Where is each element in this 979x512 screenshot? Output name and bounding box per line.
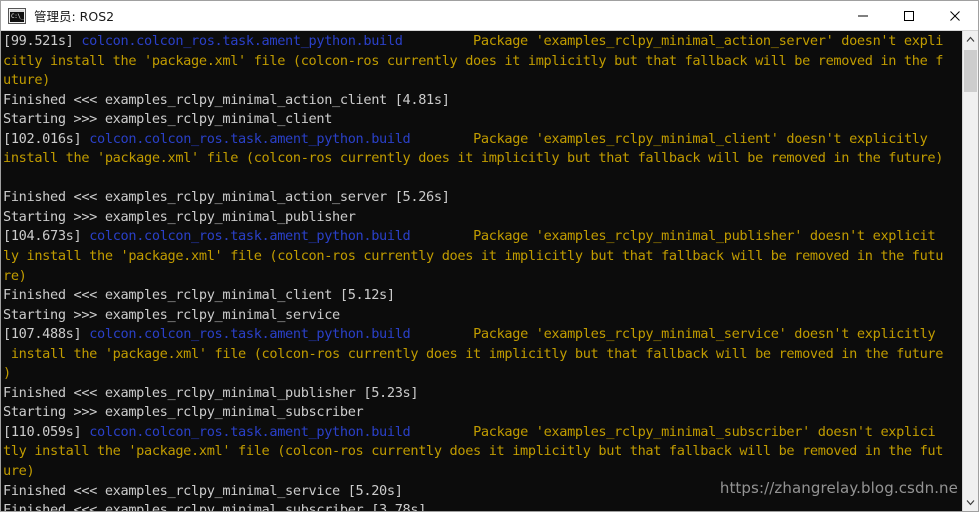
- close-button[interactable]: [932, 1, 978, 30]
- window-controls: [840, 1, 978, 30]
- terminal-segment: [102.016s]: [3, 130, 90, 147]
- terminal-segment: install the 'package.xml' file (colcon-r…: [3, 345, 944, 362]
- terminal-line: [110.059s] colcon.colcon_ros.task.ament_…: [3, 423, 964, 443]
- terminal-line: Finished <<< examples_rclpy_minimal_subs…: [3, 501, 964, 511]
- terminal-segment: ): [3, 365, 11, 382]
- terminal-window: C:\_ 管理员: ROS2 [99.521s] colcon.colcon_r…: [0, 0, 979, 512]
- terminal-text: [99.521s] colcon.colcon_ros.task.ament_p…: [3, 32, 964, 511]
- terminal-segment: uture): [3, 72, 51, 89]
- maximize-button[interactable]: [886, 1, 932, 30]
- terminal-segment: [107.488s]: [3, 326, 90, 343]
- terminal-line: citly install the 'package.xml' file (co…: [3, 52, 964, 72]
- terminal-line: Finished <<< examples_rclpy_minimal_acti…: [3, 188, 964, 208]
- terminal-segment: colcon.colcon_ros.task.ament_python.buil…: [89, 228, 411, 245]
- terminal-segment: Starting >>> examples_rclpy_minimal_subs…: [3, 404, 364, 421]
- terminal-segment: Starting >>> examples_rclpy_minimal_serv…: [3, 306, 340, 323]
- terminal-line: ly install the 'package.xml' file (colco…: [3, 247, 964, 267]
- terminal-line: [104.673s] colcon.colcon_ros.task.ament_…: [3, 227, 964, 247]
- terminal-segment: Package 'examples_rclpy_minimal_client' …: [410, 130, 928, 147]
- chevron-down-icon: [966, 500, 975, 506]
- terminal-line: install the 'package.xml' file (colcon-r…: [3, 345, 964, 365]
- terminal-segment: [104.673s]: [3, 228, 90, 245]
- terminal-segment: tly install the 'package.xml' file (colc…: [3, 443, 944, 460]
- terminal-segment: Finished <<< examples_rclpy_minimal_serv…: [3, 482, 403, 499]
- terminal-line: Starting >>> examples_rclpy_minimal_subs…: [3, 403, 964, 423]
- window-title: 管理员: ROS2: [34, 9, 115, 24]
- minimize-icon: [858, 15, 868, 16]
- terminal-segment: ure): [3, 463, 35, 480]
- terminal-segment: Package 'examples_rclpy_minimal_subscrib…: [410, 423, 936, 440]
- terminal-line: Finished <<< examples_rclpy_minimal_serv…: [3, 482, 964, 502]
- scroll-down-button[interactable]: [963, 494, 978, 511]
- terminal-segment: re): [3, 267, 27, 284]
- close-icon: [950, 10, 960, 21]
- terminal-line: Starting >>> examples_rclpy_minimal_publ…: [3, 208, 964, 228]
- terminal-segment: [110.059s]: [3, 423, 90, 440]
- terminal-line: Finished <<< examples_rclpy_minimal_acti…: [3, 91, 964, 111]
- terminal-segment: Finished <<< examples_rclpy_minimal_acti…: [3, 91, 450, 108]
- terminal-line: [99.521s] colcon.colcon_ros.task.ament_p…: [3, 32, 964, 52]
- terminal-segment: Finished <<< examples_rclpy_minimal_subs…: [3, 502, 427, 511]
- titlebar: C:\_ 管理员: ROS2: [1, 1, 978, 31]
- console-icon: C:\_: [8, 7, 26, 24]
- terminal-line: tly install the 'package.xml' file (colc…: [3, 442, 964, 462]
- terminal-segment: Finished <<< examples_rclpy_minimal_clie…: [3, 287, 395, 304]
- terminal-line: install the 'package.xml' file (colcon-r…: [3, 149, 964, 169]
- terminal-segment: Package 'examples_rclpy_minimal_publishe…: [410, 228, 936, 245]
- terminal-segment: [99.521s]: [3, 33, 82, 49]
- terminal-segment: Finished <<< examples_rclpy_minimal_acti…: [3, 189, 450, 206]
- terminal-line: Finished <<< examples_rclpy_minimal_clie…: [3, 286, 964, 306]
- terminal-segment: Finished <<< examples_rclpy_minimal_publ…: [3, 384, 419, 401]
- chevron-up-icon: [966, 36, 975, 42]
- terminal-line: [102.016s] colcon.colcon_ros.task.ament_…: [3, 130, 964, 150]
- terminal-segment: colcon.colcon_ros.task.ament_python.buil…: [81, 33, 403, 49]
- terminal-segment: colcon.colcon_ros.task.ament_python.buil…: [89, 130, 411, 147]
- vertical-scrollbar[interactable]: [962, 31, 978, 511]
- terminal-segment: Package 'examples_rclpy_minimal_service'…: [410, 326, 936, 343]
- terminal-line: [107.488s] colcon.colcon_ros.task.ament_…: [3, 325, 964, 345]
- terminal-segment: Starting >>> examples_rclpy_minimal_publ…: [3, 208, 356, 225]
- terminal-segment: ly install the 'package.xml' file (colco…: [3, 248, 944, 265]
- terminal-line: Starting >>> examples_rclpy_minimal_serv…: [3, 306, 964, 326]
- scrollbar-thumb[interactable]: [964, 50, 977, 92]
- scroll-up-button[interactable]: [963, 31, 978, 48]
- minimize-button[interactable]: [840, 1, 886, 30]
- terminal-segment: Starting >>> examples_rclpy_minimal_clie…: [3, 111, 333, 128]
- terminal-line: Finished <<< examples_rclpy_minimal_publ…: [3, 384, 964, 404]
- terminal-segment: citly install the 'package.xml' file (co…: [3, 52, 944, 69]
- terminal-line: ure): [3, 462, 964, 482]
- terminal-line: re): [3, 267, 964, 287]
- terminal-segment: colcon.colcon_ros.task.ament_python.buil…: [89, 423, 411, 440]
- terminal-segment: colcon.colcon_ros.task.ament_python.buil…: [89, 326, 411, 343]
- terminal-line: ): [3, 364, 964, 384]
- terminal-segment: install the 'package.xml' file (colcon-r…: [3, 150, 944, 167]
- terminal-output-area[interactable]: [99.521s] colcon.colcon_ros.task.ament_p…: [1, 31, 978, 511]
- maximize-icon: [904, 10, 914, 21]
- terminal-segment: Package 'examples_rclpy_minimal_action_s…: [402, 33, 944, 49]
- terminal-line: uture): [3, 71, 964, 91]
- terminal-line: Starting >>> examples_rclpy_minimal_clie…: [3, 110, 964, 130]
